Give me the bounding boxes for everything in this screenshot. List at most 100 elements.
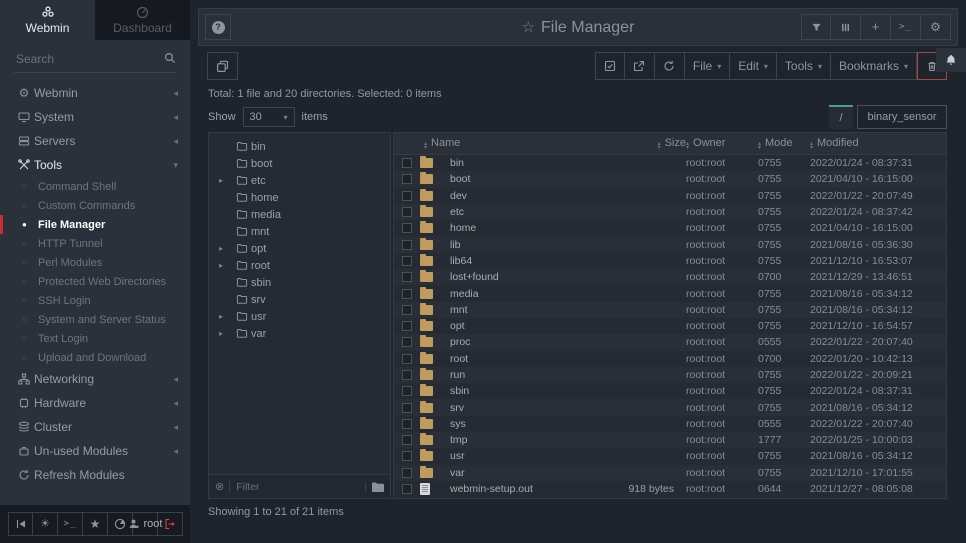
table-row-etc[interactable]: etcroot:root07552022/01/24 - 08:37:42	[394, 204, 946, 220]
row-checkbox[interactable]	[402, 191, 412, 201]
sidebar-item-refresh-modules[interactable]: Refresh Modules	[0, 463, 190, 487]
folder-options-icon[interactable]	[365, 482, 384, 492]
sidebar-item-un-used-modules[interactable]: Un-used Modules◂	[0, 439, 190, 463]
select-all-button[interactable]	[595, 52, 625, 80]
collapse-sidebar-button[interactable]	[8, 512, 33, 536]
file-name[interactable]: usr	[450, 450, 576, 462]
folder-icon[interactable]	[420, 386, 433, 396]
favorite-star-icon[interactable]: ☆	[522, 19, 535, 36]
sidebar-subitem-file-manager[interactable]: ●File Manager	[0, 215, 190, 234]
tree-item-root[interactable]: ▸root	[209, 257, 390, 274]
table-row-media[interactable]: mediaroot:root07552021/08/16 - 05:34:12	[394, 285, 946, 301]
tree-item-var[interactable]: ▸var	[209, 325, 390, 342]
sidebar-item-webmin[interactable]: ⚙Webmin◂	[0, 81, 190, 105]
folder-icon[interactable]	[420, 337, 433, 347]
row-checkbox[interactable]	[402, 451, 412, 461]
filter-button[interactable]	[801, 14, 831, 40]
folder-icon[interactable]	[420, 272, 433, 282]
tree-item-home[interactable]: home	[209, 189, 390, 206]
file-name[interactable]: root	[450, 353, 576, 365]
tree-item-srv[interactable]: srv	[209, 291, 390, 308]
sidebar-subitem-text-login[interactable]: ○Text Login	[0, 329, 190, 348]
folder-icon[interactable]	[420, 354, 433, 364]
row-checkbox[interactable]	[402, 158, 412, 168]
table-row-sbin[interactable]: sbinroot:root07552022/01/24 - 08:37:31	[394, 383, 946, 399]
tree-item-bin[interactable]: bin	[209, 138, 390, 155]
sidebar-item-networking[interactable]: Networking◂	[0, 367, 190, 391]
table-row-bin[interactable]: binroot:root07552022/01/24 - 08:37:31	[394, 155, 946, 171]
table-row-srv[interactable]: srvroot:root07552021/08/16 - 05:34:12	[394, 399, 946, 415]
add-button[interactable]: +	[861, 14, 891, 40]
menu-file[interactable]: File▾	[685, 52, 730, 80]
file-name[interactable]: boot	[450, 173, 576, 185]
expand-caret-icon[interactable]: ▸	[219, 176, 233, 185]
user-button[interactable]: root	[133, 512, 158, 536]
sidebar-subitem-upload-and-download[interactable]: ○Upload and Download	[0, 348, 190, 367]
favorites-button[interactable]: ★	[83, 512, 108, 536]
file-name[interactable]: tmp	[450, 434, 576, 446]
row-checkbox[interactable]	[402, 174, 412, 184]
file-name[interactable]: sbin	[450, 385, 576, 397]
table-row-webmin-setup-out[interactable]: webmin-setup.out918 bytesroot:root064420…	[394, 481, 946, 497]
expand-caret-icon[interactable]: ▸	[219, 329, 233, 338]
row-checkbox[interactable]	[402, 305, 412, 315]
page-size-select[interactable]: 30 ▾	[243, 107, 295, 127]
sort-icon[interactable]: ▴▾	[758, 142, 761, 150]
menu-edit[interactable]: Edit▾	[730, 52, 777, 80]
tab-webmin[interactable]: Webmin	[0, 0, 95, 40]
file-name[interactable]: etc	[450, 206, 576, 218]
search-input[interactable]	[14, 46, 176, 72]
row-checkbox[interactable]	[402, 272, 412, 282]
table-row-dev[interactable]: devroot:root07552022/01/22 - 20:07:49	[394, 188, 946, 204]
tree-item-usr[interactable]: ▸usr	[209, 308, 390, 325]
folder-icon[interactable]	[420, 256, 433, 266]
tree-item-opt[interactable]: ▸opt	[209, 240, 390, 257]
sidebar-subitem-command-shell[interactable]: ○Command Shell	[0, 177, 190, 196]
table-row-mnt[interactable]: mntroot:root07552021/08/16 - 05:34:12	[394, 302, 946, 318]
row-checkbox[interactable]	[402, 354, 412, 364]
file-name[interactable]: bin	[450, 157, 576, 169]
table-row-tmp[interactable]: tmproot:root17772022/01/25 - 10:00:03	[394, 432, 946, 448]
settings-button[interactable]: ⚙	[921, 14, 951, 40]
file-name[interactable]: var	[450, 467, 576, 479]
row-checkbox[interactable]	[402, 435, 412, 445]
folder-icon[interactable]	[420, 451, 433, 461]
sort-icon[interactable]: ▴▾	[810, 142, 813, 150]
table-row-lib[interactable]: libroot:root07552021/08/16 - 05:36:30	[394, 236, 946, 252]
folder-icon[interactable]	[420, 419, 433, 429]
folder-icon[interactable]	[420, 403, 433, 413]
tree-item-media[interactable]: media	[209, 206, 390, 223]
file-name[interactable]: dev	[450, 190, 576, 202]
folder-icon[interactable]	[420, 174, 433, 184]
table-row-opt[interactable]: optroot:root07552021/12/10 - 16:54:57	[394, 318, 946, 334]
folder-icon[interactable]	[420, 305, 433, 315]
terminal-button[interactable]: >_	[891, 14, 921, 40]
tab-dashboard[interactable]: Dashboard	[95, 0, 190, 40]
folder-icon[interactable]	[420, 468, 433, 478]
tree-item-etc[interactable]: ▸etc	[209, 172, 390, 189]
folder-icon[interactable]	[420, 321, 433, 331]
file-name[interactable]: media	[450, 288, 576, 300]
row-checkbox[interactable]	[402, 468, 412, 478]
file-icon[interactable]	[420, 483, 430, 495]
row-checkbox[interactable]	[402, 484, 412, 494]
file-name[interactable]: mnt	[450, 304, 576, 316]
sidebar-item-hardware[interactable]: Hardware◂	[0, 391, 190, 415]
table-row-boot[interactable]: bootroot:root07552021/04/10 - 16:15:00	[394, 171, 946, 187]
table-row-proc[interactable]: procroot:root05552022/01/22 - 20:07:40	[394, 334, 946, 350]
table-row-lib64[interactable]: lib64root:root07552021/12/10 - 16:53:07	[394, 253, 946, 269]
menu-tools[interactable]: Tools▾	[777, 52, 831, 80]
folder-icon[interactable]	[420, 191, 433, 201]
row-checkbox[interactable]	[402, 289, 412, 299]
sidebar-item-cluster[interactable]: Cluster◂	[0, 415, 190, 439]
row-checkbox[interactable]	[402, 419, 412, 429]
row-checkbox[interactable]	[402, 240, 412, 250]
sidebar-item-tools[interactable]: Tools▾	[0, 153, 190, 177]
row-checkbox[interactable]	[402, 370, 412, 380]
sidebar-item-system[interactable]: System◂	[0, 105, 190, 129]
sidebar-subitem-custom-commands[interactable]: ○Custom Commands	[0, 196, 190, 215]
file-name[interactable]: run	[450, 369, 576, 381]
copy-path-button[interactable]	[207, 52, 238, 80]
row-checkbox[interactable]	[402, 403, 412, 413]
sidebar-item-servers[interactable]: Servers◂	[0, 129, 190, 153]
